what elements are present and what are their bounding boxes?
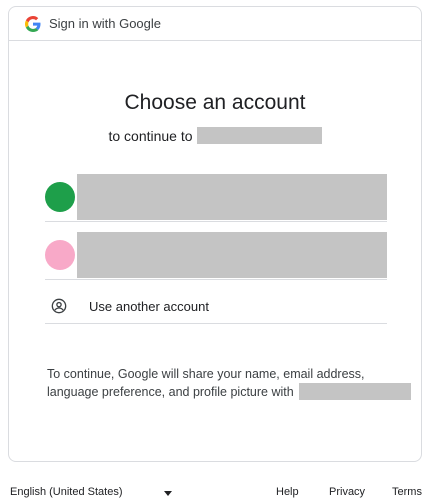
redacted-app-name: [299, 383, 412, 400]
terms-link[interactable]: Terms: [392, 486, 422, 498]
google-g-icon: [25, 15, 41, 32]
page-subtitle: to continue to: [9, 127, 421, 144]
footer: English (United States) Help Privacy Ter…: [0, 486, 423, 502]
privacy-link[interactable]: Privacy: [329, 486, 365, 498]
use-another-account-label: Use another account: [89, 298, 209, 314]
use-another-account-button[interactable]: Use another account: [45, 289, 387, 323]
divider: [45, 279, 387, 280]
avatar: [45, 240, 75, 270]
subtitle-text: to continue to: [108, 127, 193, 144]
account-circle-icon: [51, 298, 67, 314]
disclaimer-text: To continue, Google will share your name…: [47, 365, 419, 401]
divider: [45, 323, 387, 324]
account-item[interactable]: [45, 231, 387, 279]
avatar: [45, 182, 75, 212]
redacted-account-info: [77, 174, 387, 220]
redacted-app-name: [196, 127, 322, 144]
language-selector[interactable]: English (United States): [10, 486, 123, 498]
page-title: Choose an account: [124, 91, 306, 114]
divider: [45, 221, 387, 222]
chevron-down-icon[interactable]: [164, 491, 172, 496]
header-title: Sign in with Google: [49, 16, 162, 31]
account-item[interactable]: [45, 173, 387, 221]
card-header: Sign in with Google: [9, 7, 421, 41]
help-link[interactable]: Help: [276, 486, 299, 498]
sign-in-card: Sign in with Google Choose an account to…: [8, 6, 422, 462]
redacted-account-info: [77, 232, 387, 278]
